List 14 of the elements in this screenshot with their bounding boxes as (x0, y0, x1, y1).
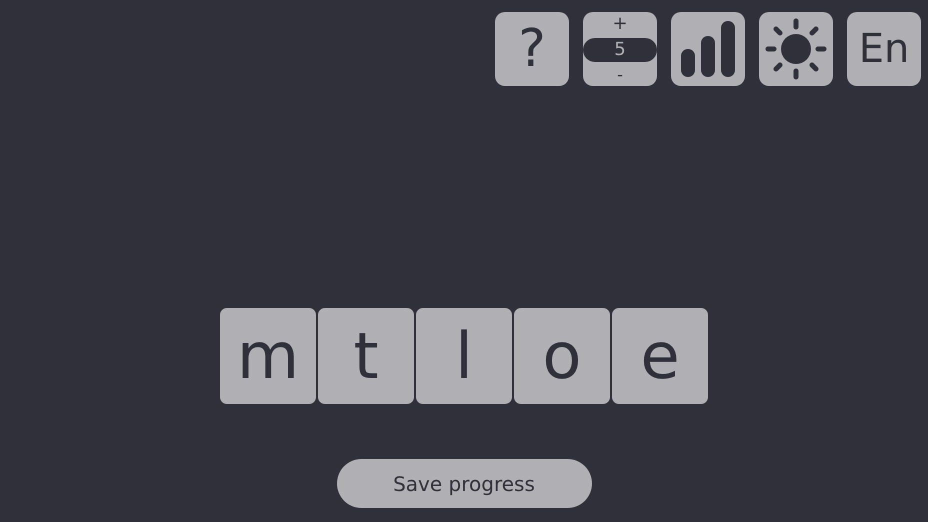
help-button[interactable]: ? (495, 12, 569, 86)
letter-tile[interactable]: l (415, 307, 513, 405)
theme-button[interactable] (759, 12, 833, 86)
decrease-button[interactable]: - (617, 66, 623, 84)
language-button[interactable]: En (847, 12, 921, 86)
letter-tile[interactable]: o (513, 307, 611, 405)
statistics-button[interactable] (671, 12, 745, 86)
sun-icon (765, 18, 827, 80)
letter-tile[interactable]: t (317, 307, 415, 405)
letter-tile[interactable]: e (611, 307, 709, 405)
letter-tile[interactable]: m (219, 307, 317, 405)
save-progress-button[interactable]: Save progress (336, 459, 592, 508)
increase-button[interactable]: + (612, 14, 628, 34)
stepper-value: 5 (583, 38, 657, 62)
